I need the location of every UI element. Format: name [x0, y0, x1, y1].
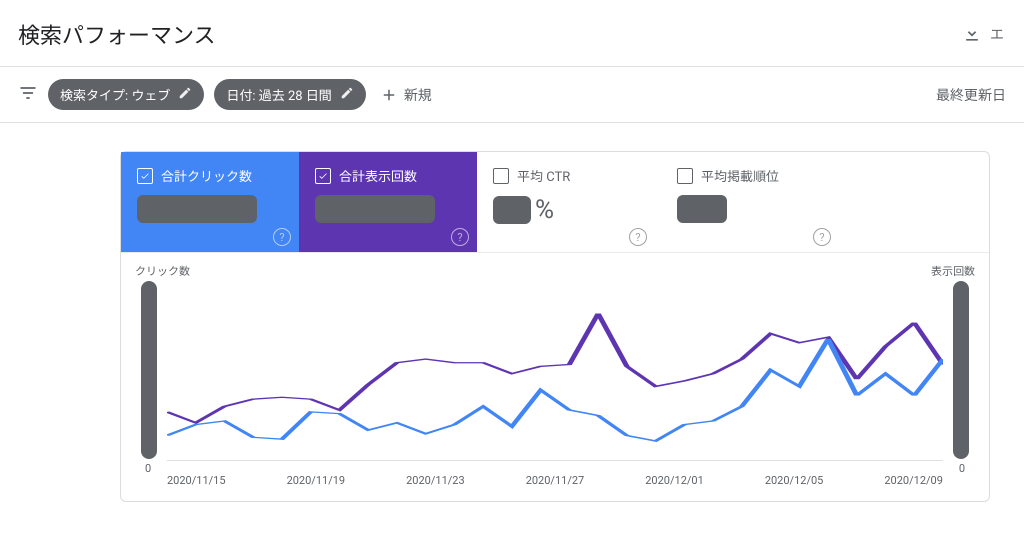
- filter-chip-search-type[interactable]: 検索タイプ: ウェブ: [48, 79, 204, 110]
- metric-clicks[interactable]: 合計クリック数 ?: [121, 152, 299, 252]
- redacted-y-axis-right: [953, 281, 969, 459]
- y-axis-right-title: 表示回数: [931, 263, 975, 279]
- metric-ctr[interactable]: 平均 CTR % ?: [477, 152, 655, 252]
- filters-toolbar: 検索タイプ: ウェブ 日付: 過去 28 日間 新規 最終更新日: [0, 67, 1024, 123]
- y-zero-right: 0: [959, 462, 965, 475]
- help-icon[interactable]: ?: [451, 228, 469, 246]
- metric-tiles: 合計クリック数 ? 合計表示回数 ? 平均 CTR %: [121, 152, 989, 253]
- y-axis-left-title: クリック数: [135, 263, 190, 279]
- export-label[interactable]: エ: [990, 24, 1004, 44]
- header: 検索パフォーマンス エ: [0, 0, 1024, 67]
- redacted-value: [315, 195, 435, 223]
- performance-card: 合計クリック数 ? 合計表示回数 ? 平均 CTR %: [120, 151, 990, 502]
- chart: クリック数 表示回数 0 0 2020/11/15 2020/11/19 202…: [133, 263, 977, 493]
- metric-label: 合計クリック数: [161, 166, 252, 185]
- line-impressions: [167, 314, 943, 423]
- y-zero-left: 0: [145, 462, 151, 475]
- header-actions: エ: [962, 24, 1004, 44]
- filter-chip-date[interactable]: 日付: 過去 28 日間: [214, 79, 365, 110]
- last-update-label: 最終更新日: [936, 85, 1006, 105]
- chip-label: 検索タイプ: ウェブ: [60, 85, 170, 104]
- x-tick: 2020/12/09: [884, 474, 943, 487]
- pencil-icon: [340, 86, 354, 104]
- x-tick: 2020/11/27: [526, 474, 585, 487]
- redacted-value: [493, 196, 531, 224]
- help-icon[interactable]: ?: [629, 228, 647, 246]
- percent-suffix: %: [535, 195, 554, 225]
- help-icon[interactable]: ?: [813, 228, 831, 246]
- chip-label: 日付: 過去 28 日間: [226, 85, 331, 104]
- x-ticks: 2020/11/15 2020/11/19 2020/11/23 2020/11…: [167, 474, 943, 487]
- page-title: 検索パフォーマンス: [18, 18, 216, 50]
- redacted-value: [677, 195, 727, 223]
- metric-label: 平均 CTR: [517, 166, 570, 185]
- metric-position[interactable]: 平均掲載順位 ?: [661, 152, 839, 252]
- line-clicks: [167, 339, 943, 441]
- add-filter-button[interactable]: 新規: [376, 85, 432, 105]
- x-tick: 2020/11/19: [287, 474, 346, 487]
- x-tick: 2020/11/23: [406, 474, 465, 487]
- metric-impressions[interactable]: 合計表示回数 ?: [299, 152, 477, 252]
- metric-label: 合計表示回数: [339, 166, 417, 185]
- x-tick: 2020/12/01: [645, 474, 704, 487]
- download-icon[interactable]: [962, 24, 982, 44]
- checkbox-icon: [315, 168, 331, 184]
- redacted-value: [137, 195, 257, 223]
- pencil-icon: [178, 86, 192, 104]
- metric-label: 平均掲載順位: [701, 166, 779, 185]
- help-icon[interactable]: ?: [273, 228, 291, 246]
- checkbox-icon: [493, 168, 509, 184]
- checkbox-icon: [677, 168, 693, 184]
- filter-icon[interactable]: [18, 83, 38, 107]
- x-tick: 2020/12/05: [765, 474, 824, 487]
- checkbox-icon: [137, 168, 153, 184]
- plus-icon: [380, 86, 398, 104]
- x-tick: 2020/11/15: [167, 474, 226, 487]
- chart-plot: [167, 279, 943, 461]
- add-filter-label: 新規: [404, 85, 432, 105]
- redacted-y-axis-left: [141, 281, 157, 459]
